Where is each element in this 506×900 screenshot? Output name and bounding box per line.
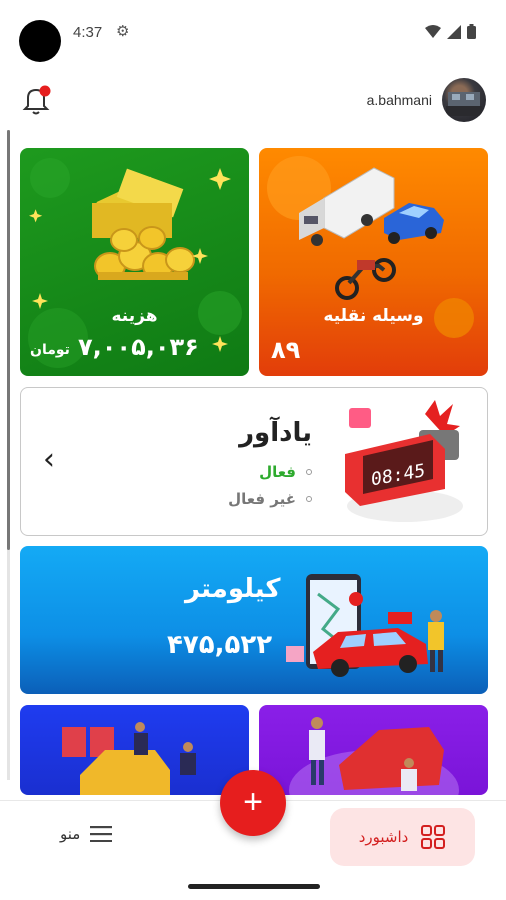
inactive-bullet <box>306 496 312 502</box>
battery-icon <box>467 24 476 39</box>
grid-icon <box>421 825 446 849</box>
kilometer-card[interactable]: کیلومتر ۴۷۵,۵۲۲ <box>20 546 488 694</box>
camera-cutout <box>19 20 61 62</box>
reminder-card[interactable]: ‹ یادآور فعال غیر فعال 08:45 <box>20 387 488 536</box>
chevron-left-icon[interactable]: ‹ <box>43 442 55 477</box>
hamburger-icon <box>90 826 113 842</box>
costs-card[interactable]: هزینه ۷,۰۰۵,۰۳۶ تومان <box>20 148 249 376</box>
inactive-label: غیر فعال <box>228 490 296 508</box>
avatar[interactable] <box>442 78 486 122</box>
add-button[interactable]: + <box>220 770 286 836</box>
menu-button[interactable]: منو <box>60 825 113 843</box>
wifi-icon <box>425 25 441 38</box>
workshop-illustration <box>62 722 196 795</box>
vehicle-title: وسیله نقلیه <box>323 306 424 326</box>
menu-label: منو <box>60 825 81 843</box>
car-map-illustration <box>286 574 444 677</box>
vehicle-card[interactable]: وسیله نقلیه ۸۹ <box>259 148 488 376</box>
username: a.bahmani <box>366 92 432 108</box>
notification-bell-icon[interactable] <box>22 84 52 118</box>
kilometer-value: ۴۷۵,۵۲۲ <box>167 630 273 660</box>
service-card[interactable] <box>20 705 249 795</box>
active-label: فعال <box>259 463 296 481</box>
vehicle-count: ۸۹ <box>271 336 301 364</box>
status-bar: 4:37 ⚙ <box>0 0 506 66</box>
costs-title: هزینه <box>111 306 158 326</box>
signal-icon <box>447 24 461 39</box>
dashboard-label: داشبورد <box>358 828 409 846</box>
settings-status-icon: ⚙ <box>116 22 130 40</box>
reminder-active-row: فعال <box>259 463 312 481</box>
kilometer-title: کیلومتر <box>185 574 281 604</box>
active-bullet <box>306 469 312 475</box>
costs-amount: ۷,۰۰۵,۰۳۶ <box>78 333 199 361</box>
dashboard-tab[interactable]: داشبورد <box>330 808 475 866</box>
mechanic-illustration <box>289 717 459 795</box>
repair-card[interactable] <box>259 705 488 795</box>
reminder-inactive-row: غیر فعال <box>228 490 312 508</box>
costs-unit: تومان <box>30 342 70 358</box>
reminder-title: یادآور <box>239 418 312 448</box>
status-time: 4:37 <box>73 24 103 41</box>
app-header: a.bahmani <box>0 70 506 130</box>
scrollbar-thumb[interactable] <box>7 130 10 550</box>
system-icons <box>425 24 476 39</box>
notification-dot <box>39 85 51 97</box>
alarm-clock-illustration: 08:45 <box>345 400 463 522</box>
home-indicator[interactable] <box>188 884 320 889</box>
